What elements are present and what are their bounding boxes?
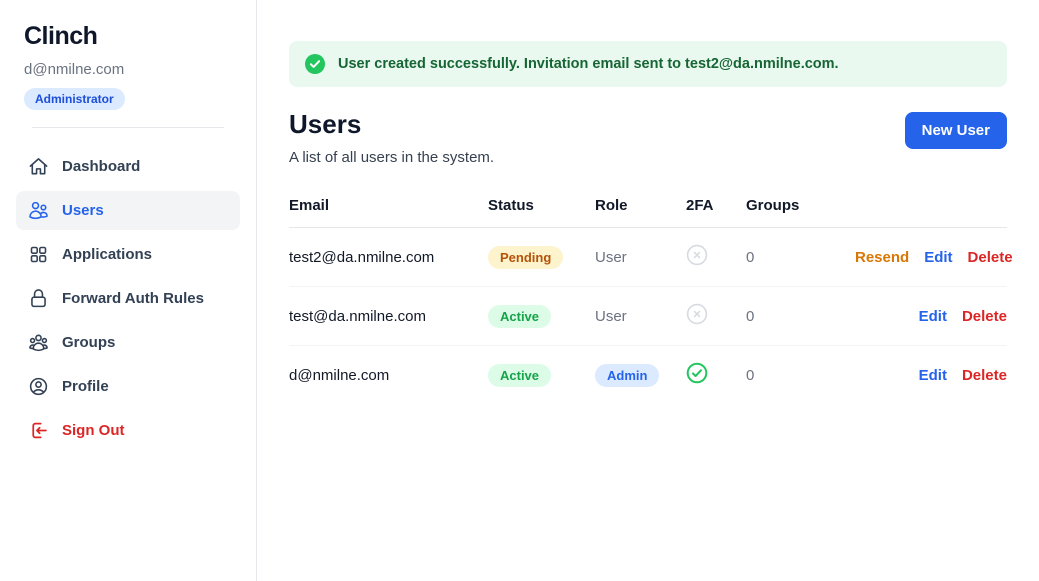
twofa-disabled-x-icon xyxy=(686,303,708,325)
page-title: Users xyxy=(289,109,494,140)
user-email-cell: test@da.nmilne.com xyxy=(289,287,488,346)
user-email-cell: d@nmilne.com xyxy=(289,346,488,405)
twofa-cell xyxy=(686,346,746,405)
column-header-actions xyxy=(840,197,1007,228)
sidebar-item-profile[interactable]: Profile xyxy=(16,367,240,406)
column-header-status: Status xyxy=(488,197,595,228)
sidebar-item-sign-out[interactable]: Sign Out xyxy=(16,411,240,450)
sidebar-item-label: Profile xyxy=(62,378,109,395)
role-cell: Admin xyxy=(595,346,686,405)
sidebar-item-forward-auth-rules[interactable]: Forward Auth Rules xyxy=(16,279,240,318)
app-title: Clinch xyxy=(24,22,232,51)
actions-cell: ResendEditDelete xyxy=(840,228,1007,287)
column-header-role: Role xyxy=(595,197,686,228)
page-subtitle: A list of all users in the system. xyxy=(289,149,494,166)
logout-icon xyxy=(28,420,49,441)
role-badge: Admin xyxy=(595,364,659,387)
status-cell: Pending xyxy=(488,228,595,287)
table-row: d@nmilne.comActive Admin 0 Edit Delete xyxy=(289,346,1007,405)
actions-cell: Edit Delete xyxy=(840,346,1007,405)
twofa-cell xyxy=(686,287,746,346)
delete-action-link[interactable]: Delete xyxy=(962,308,1007,325)
twofa-disabled-x-icon xyxy=(686,244,708,266)
sidebar: Clinch d@nmilne.com Administrator Dashbo… xyxy=(0,0,257,581)
role-label: User xyxy=(595,308,627,325)
table-row: test@da.nmilne.comActive User 0 Edit Delete xyxy=(289,287,1007,346)
user-circle-icon xyxy=(28,376,49,397)
role-cell: User xyxy=(595,228,686,287)
column-header-email: Email xyxy=(289,197,488,228)
column-header-2fa: 2FA xyxy=(686,197,746,228)
table-row: test2@da.nmilne.comPending User 0 Resend Edi… xyxy=(289,228,1007,287)
success-check-circle-icon xyxy=(305,54,325,74)
app-root: Clinch d@nmilne.com Administrator Dashbo… xyxy=(0,0,1039,581)
table-body: test2@da.nmilne.comPending User 0 Resend Edi… xyxy=(289,228,1007,405)
status-badge: Pending xyxy=(488,246,563,269)
lock-icon xyxy=(28,288,49,309)
sidebar-item-label: Groups xyxy=(62,334,115,351)
role-label: User xyxy=(595,249,627,266)
edit-action-link[interactable]: Edit xyxy=(924,249,952,266)
status-cell: Active xyxy=(488,287,595,346)
column-header-groups: Groups xyxy=(746,197,840,228)
actions-cell: Edit Delete xyxy=(840,287,1007,346)
edit-action-link[interactable]: Edit xyxy=(919,367,947,384)
sidebar-item-label: Forward Auth Rules xyxy=(62,290,204,307)
sidebar-divider xyxy=(32,127,224,128)
sidebar-item-dashboard[interactable]: Dashboard xyxy=(16,147,240,186)
sidebar-item-users[interactable]: Users xyxy=(16,191,240,230)
role-cell: User xyxy=(595,287,686,346)
groups-count-cell: 0 xyxy=(746,228,840,287)
grid-icon xyxy=(28,244,49,265)
status-badge: Active xyxy=(488,364,551,387)
sidebar-nav: Dashboard Users Applications Forward Auth R… xyxy=(16,147,240,450)
page-title-block: Users A list of all users in the system. xyxy=(289,109,494,166)
twofa-cell xyxy=(686,228,746,287)
role-badge: Administrator xyxy=(24,88,125,110)
resend-action-link[interactable]: Resend xyxy=(855,249,909,266)
status-badge: Active xyxy=(488,305,551,328)
users-table: EmailStatusRole2FAGroups test2@da.nmilne… xyxy=(289,197,1007,404)
delete-action-link[interactable]: Delete xyxy=(968,249,1013,266)
new-user-button[interactable]: New User xyxy=(905,112,1007,149)
success-banner: User created successfully. Invitation em… xyxy=(289,41,1007,87)
page-header: Users A list of all users in the system.… xyxy=(289,109,1007,166)
sidebar-item-groups[interactable]: Groups xyxy=(16,323,240,362)
sidebar-user-email: d@nmilne.com xyxy=(24,61,232,78)
sidebar-item-label: Sign Out xyxy=(62,422,125,439)
main-content: User created successfully. Invitation em… xyxy=(257,0,1039,581)
twofa-enabled-check-icon xyxy=(686,362,708,384)
home-icon xyxy=(28,156,49,177)
user-email-cell: test2@da.nmilne.com xyxy=(289,228,488,287)
sidebar-header: Clinch d@nmilne.com Administrator xyxy=(16,22,240,128)
status-cell: Active xyxy=(488,346,595,405)
users-icon xyxy=(28,200,49,221)
sidebar-item-label: Applications xyxy=(62,246,152,263)
sidebar-item-applications[interactable]: Applications xyxy=(16,235,240,274)
edit-action-link[interactable]: Edit xyxy=(919,308,947,325)
groups-count-cell: 0 xyxy=(746,287,840,346)
success-banner-message: User created successfully. Invitation em… xyxy=(338,56,839,72)
table-header-row: EmailStatusRole2FAGroups xyxy=(289,197,1007,228)
user-group-icon xyxy=(28,332,49,353)
groups-count-cell: 0 xyxy=(746,346,840,405)
sidebar-item-label: Dashboard xyxy=(62,158,140,175)
delete-action-link[interactable]: Delete xyxy=(962,367,1007,384)
sidebar-item-label: Users xyxy=(62,202,104,219)
